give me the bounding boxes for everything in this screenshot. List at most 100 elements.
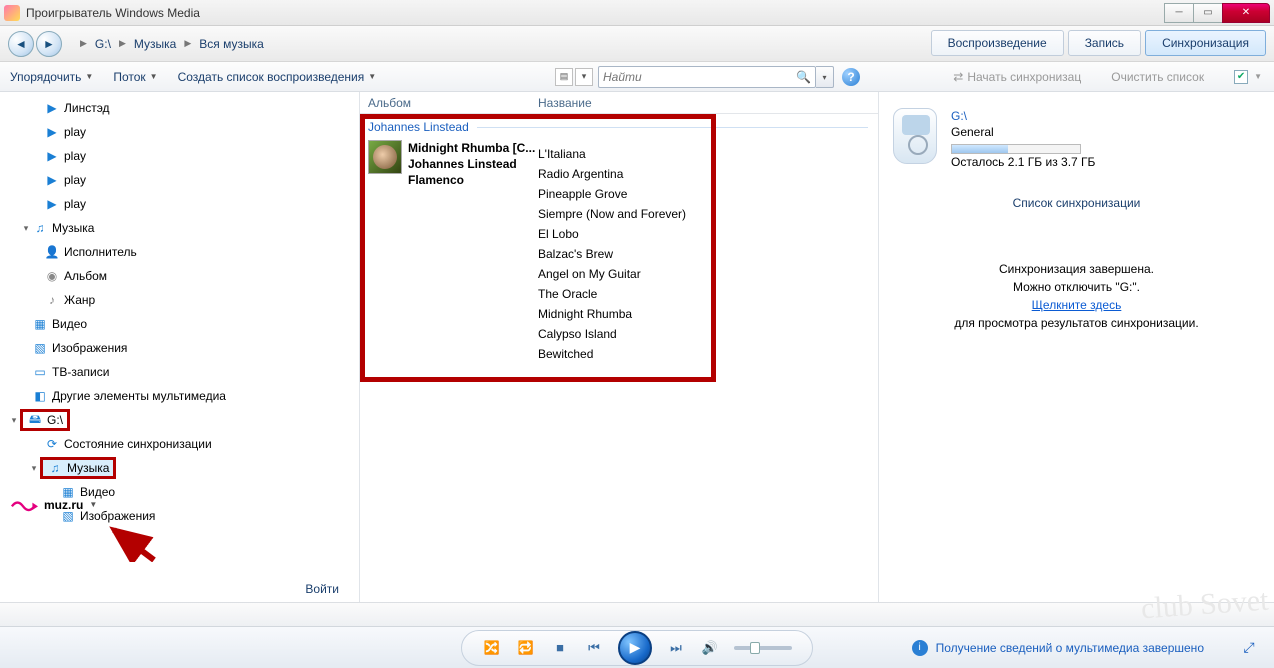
song-row[interactable]: Pineapple Grove <box>538 184 686 204</box>
song-row[interactable]: Balzac's Brew <box>538 244 686 264</box>
player-controls: 🔀 🔁 ■ ⏮ ▶ ⏭ 🔊 <box>461 630 813 666</box>
tab-burn[interactable]: Запись <box>1068 30 1141 56</box>
sidebar-tv[interactable]: ▭ТВ-записи <box>0 362 359 382</box>
search-dropdown[interactable]: ▾ <box>816 66 834 88</box>
playlist-item[interactable]: ▶play <box>0 146 359 166</box>
chevron-down-icon: ▼ <box>150 72 158 81</box>
other-media-icon: ◧ <box>32 388 48 404</box>
sync-list-title: Список синхронизации <box>893 196 1260 210</box>
playlist-icon: ▶ <box>44 100 60 116</box>
sidebar-genre[interactable]: ♪Жанр <box>0 290 359 310</box>
search-input[interactable] <box>603 70 792 84</box>
sync-results-link[interactable]: Щелкните здесь <box>1032 298 1122 312</box>
mute-button[interactable]: 🔊 <box>700 638 720 658</box>
device-block[interactable]: G:\ General Осталось 2.1 ГБ из 3.7 ГБ <box>893 108 1260 170</box>
stop-button[interactable]: ■ <box>550 638 570 658</box>
view-mode-button[interactable]: ▤ <box>555 68 573 86</box>
search-box[interactable]: 🔍 <box>598 66 816 88</box>
minimize-button[interactable]: ─ <box>1164 3 1194 23</box>
sync-message: Синхронизация завершена. Можно отключить… <box>893 260 1260 332</box>
volume-slider[interactable] <box>734 646 792 650</box>
close-button[interactable]: ✕ <box>1222 3 1270 23</box>
device-label: General <box>951 124 1095 140</box>
device-icon <box>893 108 937 164</box>
login-link[interactable]: Войти <box>305 582 339 596</box>
space-progress <box>951 144 1081 154</box>
chevron-right-icon: ▶ <box>80 38 87 49</box>
playlist-icon: ▶ <box>44 196 60 212</box>
breadcrumb-part[interactable]: Музыка <box>134 37 176 51</box>
next-button[interactable]: ⏭ <box>666 638 686 658</box>
song-row[interactable]: Midnight Rhumba <box>538 304 686 324</box>
prev-button[interactable]: ⏮ <box>584 638 604 658</box>
switch-view-button[interactable]: ⤢ <box>1238 637 1260 659</box>
media-info-status: i Получение сведений о мультимедиа завер… <box>912 640 1204 656</box>
create-playlist-button[interactable]: Создать список воспроизведения▼ <box>178 70 377 84</box>
options-check-icon[interactable]: ✔ <box>1234 70 1248 84</box>
chevron-down-icon: ▼ <box>85 72 93 81</box>
muz-logo[interactable]: muz.ru ▼ <box>10 497 97 512</box>
view-dropdown-button[interactable]: ▾ <box>575 68 593 86</box>
album-artist: Johannes Linstead <box>408 156 535 172</box>
content-area: Альбом Название Johannes Linstead Midnig… <box>360 92 879 602</box>
forward-button[interactable]: ► <box>36 31 62 57</box>
music-icon: ♫ <box>47 460 63 476</box>
collapse-icon[interactable]: ▾ <box>28 463 40 474</box>
album-art <box>368 140 402 174</box>
playlist-item[interactable]: ▶Линстэд <box>0 98 359 118</box>
song-row[interactable]: Angel on My Guitar <box>538 264 686 284</box>
playlist-item[interactable]: ▶play <box>0 122 359 142</box>
column-title[interactable]: Название <box>530 96 878 110</box>
play-button[interactable]: ▶ <box>618 631 652 665</box>
sidebar-images[interactable]: ▧Изображения <box>0 338 359 358</box>
repeat-button[interactable]: 🔁 <box>516 638 536 658</box>
window-buttons: ─ ▭ ✕ <box>1165 3 1270 23</box>
tv-icon: ▭ <box>32 364 48 380</box>
song-row[interactable]: L'Italiana <box>538 144 686 164</box>
start-sync-button[interactable]: ⇄Начать синхронизац <box>953 70 1081 84</box>
app-icon <box>4 5 20 21</box>
breadcrumb[interactable]: ▶ G:\ ▶ Музыка ▶ Вся музыка <box>76 37 268 51</box>
sidebar-other[interactable]: ◧Другие элементы мультимедиа <box>0 386 359 406</box>
genre-icon: ♪ <box>44 292 60 308</box>
breadcrumb-part[interactable]: G:\ <box>95 37 111 51</box>
collapse-icon[interactable]: ▾ <box>20 223 32 234</box>
back-button[interactable]: ◄ <box>8 31 34 57</box>
sidebar-drive[interactable]: ▾🖴G:\ <box>0 410 359 430</box>
organize-menu[interactable]: Упорядочить▼ <box>10 70 93 84</box>
photo-icon: ▧ <box>32 340 48 356</box>
mode-tabs: Воспроизведение Запись Синхронизация <box>931 30 1266 56</box>
toolbar: Упорядочить▼ Поток▼ Создать список воспр… <box>0 62 1274 92</box>
sidebar-artist[interactable]: 👤Исполнитель <box>0 242 359 262</box>
chevron-down-icon: ▼ <box>89 500 97 509</box>
maximize-button[interactable]: ▭ <box>1193 3 1223 23</box>
search-icon[interactable]: 🔍 <box>796 70 811 84</box>
stream-menu[interactable]: Поток▼ <box>113 70 157 84</box>
playlist-item[interactable]: ▶play <box>0 170 359 190</box>
chevron-down-icon: ▼ <box>368 72 376 81</box>
sidebar-drive-music[interactable]: ▾♫Музыка <box>0 458 359 478</box>
clear-list-button[interactable]: Очистить список <box>1111 70 1204 84</box>
shuffle-button[interactable]: 🔀 <box>482 638 502 658</box>
song-row[interactable]: The Oracle <box>538 284 686 304</box>
sidebar-video[interactable]: ▦Видео <box>0 314 359 334</box>
help-icon[interactable]: ? <box>842 68 860 86</box>
song-row[interactable]: Calypso Island <box>538 324 686 344</box>
playlist-item[interactable]: ▶play <box>0 194 359 214</box>
sidebar-sync-state[interactable]: ⟳Состояние синхронизации <box>0 434 359 454</box>
chevron-right-icon: ▶ <box>119 38 126 49</box>
song-row[interactable]: Radio Argentina <box>538 164 686 184</box>
collapse-icon[interactable]: ▾ <box>8 415 20 426</box>
sync-panel: G:\ General Осталось 2.1 ГБ из 3.7 ГБ Сп… <box>879 92 1274 602</box>
tab-sync[interactable]: Синхронизация <box>1145 30 1266 56</box>
column-headers: Альбом Название <box>360 92 878 114</box>
breadcrumb-part[interactable]: Вся музыка <box>199 37 264 51</box>
tab-play[interactable]: Воспроизведение <box>931 30 1064 56</box>
sidebar-album[interactable]: ◉Альбом <box>0 266 359 286</box>
song-row[interactable]: El Lobo <box>538 224 686 244</box>
column-album[interactable]: Альбом <box>360 96 530 110</box>
sidebar-music[interactable]: ▾♫Музыка <box>0 218 359 238</box>
song-row[interactable]: Bewitched <box>538 344 686 364</box>
artist-header[interactable]: Johannes Linstead <box>360 114 878 138</box>
song-row[interactable]: Siempre (Now and Forever) <box>538 204 686 224</box>
